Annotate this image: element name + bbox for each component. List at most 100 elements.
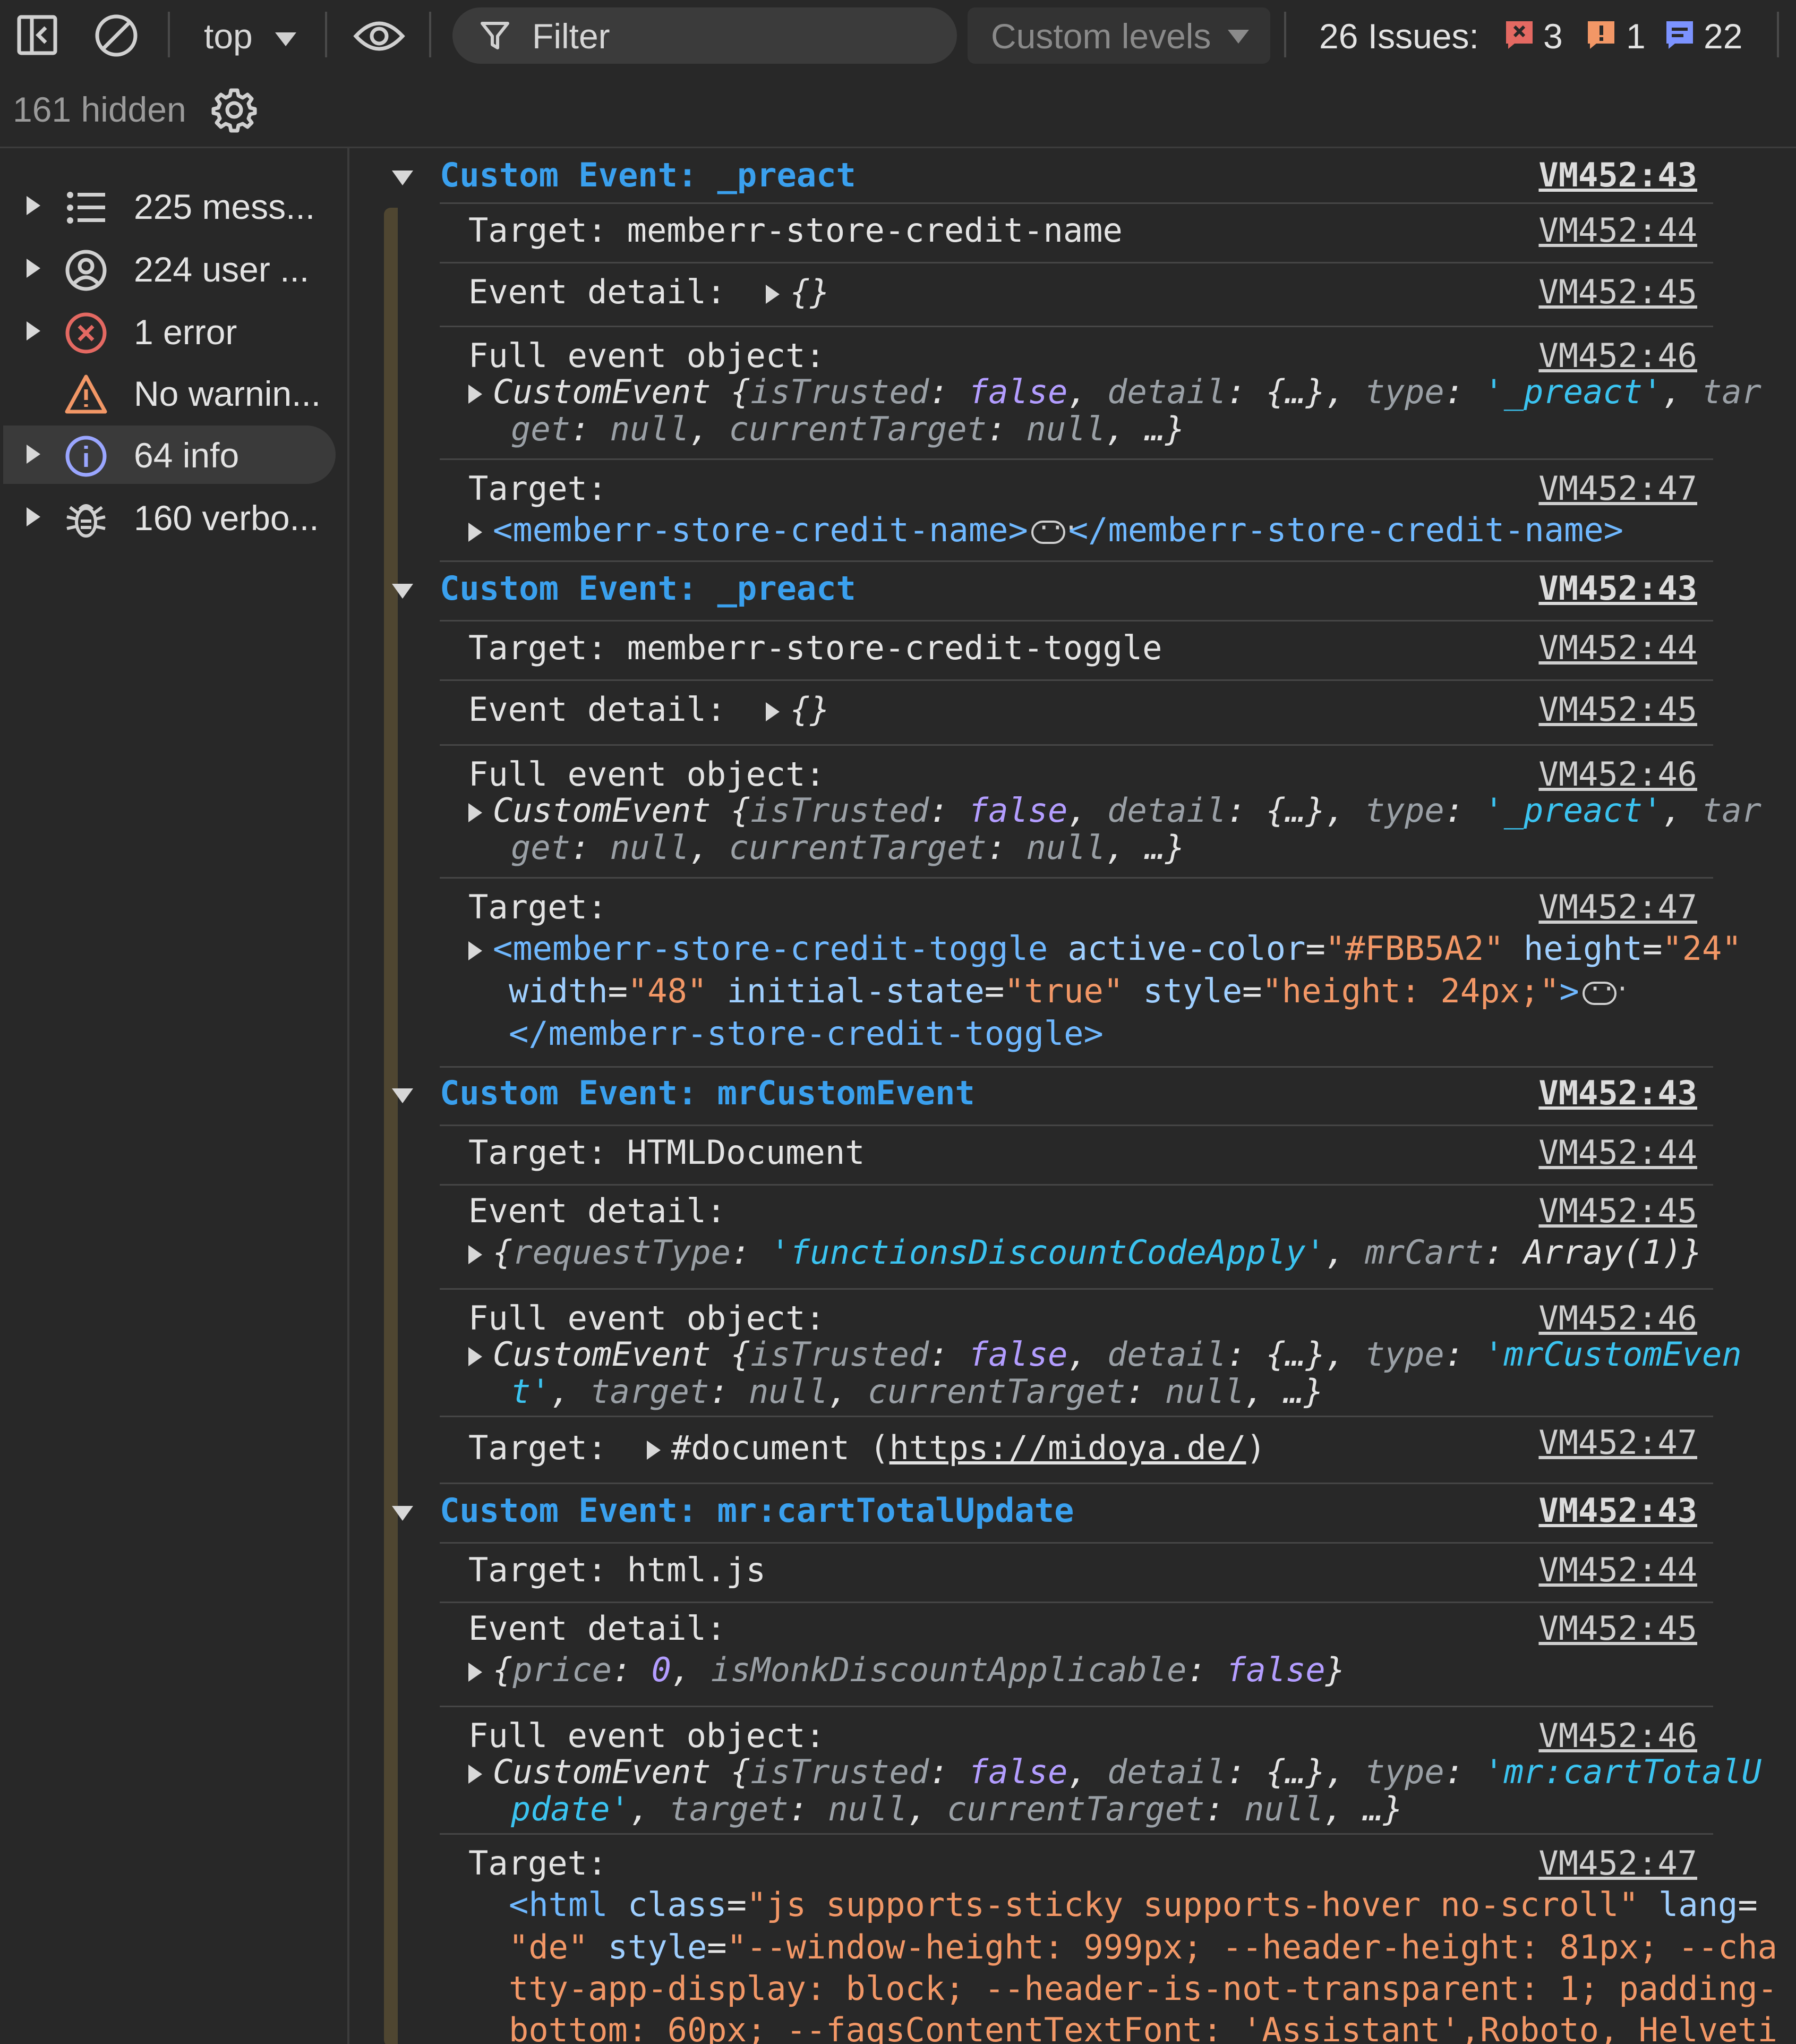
source-link[interactable]: VM452:44	[1538, 1133, 1697, 1172]
source-link[interactable]: VM452:43	[1538, 1074, 1697, 1112]
sidebar-item-verbose[interactable]: 160 verbo...	[0, 487, 347, 547]
toolbar-row-secondary: 161 hidden	[0, 73, 1796, 147]
source-link[interactable]: VM452:45	[1538, 1191, 1697, 1230]
source-link[interactable]: VM452:46	[1538, 1299, 1697, 1338]
sidebar-item-messages[interactable]: 225 mess...	[0, 176, 347, 235]
full-event-label: Full event object:	[468, 1299, 825, 1338]
detail-value[interactable]: {}	[790, 272, 830, 311]
info-icon	[65, 435, 107, 478]
source-link[interactable]: VM452:45	[1538, 272, 1697, 311]
document-node[interactable]: #document	[671, 1428, 850, 1467]
target-text: Target: memberr-store-credit-name	[468, 211, 1123, 250]
warning-badge-icon	[1586, 19, 1617, 50]
source-link[interactable]: VM452:44	[1538, 211, 1697, 250]
source-link[interactable]: VM452:47	[1538, 469, 1697, 508]
event-object-line-2: get: null, currentTarget: null, …}	[511, 828, 1185, 867]
sidebar-item-errors[interactable]: 1 error	[0, 301, 347, 361]
gear-icon[interactable]	[211, 87, 257, 133]
element-attrs-line-2: width="48" initial-state="true" style="h…	[509, 972, 1629, 1010]
context-label: top	[204, 16, 253, 56]
group-title: Custom Event: _preact	[440, 156, 856, 194]
document-url-link[interactable]: https://midoya.de/	[890, 1428, 1246, 1467]
target-label: Target:	[468, 1844, 608, 1883]
document-target-line: Target: #document (https://midoya.de/)	[468, 1428, 1266, 1467]
element-node[interactable]: <memberr-store-credit-toggle active-colo…	[468, 929, 1742, 968]
sidebar-item-info[interactable]: 64 info	[0, 424, 347, 484]
collapse-triangle-icon[interactable]	[392, 1506, 413, 1521]
element-node[interactable]: <memberr-store-credit-name></memberr-sto…	[468, 510, 1623, 549]
row-divider	[440, 1542, 1713, 1544]
source-link[interactable]: VM452:45	[1538, 690, 1697, 729]
log-levels-label: Custom levels	[991, 16, 1211, 56]
detail-object[interactable]: {price: 0, isMonkDiscountApplicable: fal…	[468, 1650, 1345, 1689]
full-event-label: Full event object:	[468, 336, 825, 375]
expand-triangle-icon[interactable]	[468, 1245, 482, 1264]
event-object-line-1[interactable]: CustomEvent {isTrusted: false, detail: {…	[468, 1752, 1761, 1791]
source-link[interactable]: VM452:43	[1538, 569, 1697, 608]
target-text: Target: memberr-store-credit-toggle	[468, 628, 1162, 667]
collapse-triangle-icon[interactable]	[392, 1088, 413, 1103]
expand-triangle-icon	[27, 259, 40, 278]
expand-triangle-icon[interactable]	[468, 384, 482, 404]
row-divider	[440, 1125, 1713, 1126]
source-link[interactable]: VM452:46	[1538, 336, 1697, 375]
source-link[interactable]: VM452:44	[1538, 628, 1697, 667]
full-event-label: Full event object:	[468, 755, 825, 794]
error-icon	[65, 312, 107, 354]
sidebar-item-user-messages[interactable]: 224 user ...	[0, 239, 347, 298]
console-log-area: Custom Event: _preact VM452:43 Target: m…	[349, 148, 1796, 2044]
expand-triangle-icon	[27, 507, 40, 526]
html-element-line-1[interactable]: <html class="js supports-sticky supports…	[509, 1885, 1758, 1924]
source-link[interactable]: VM452:45	[1538, 1609, 1697, 1648]
expand-triangle-icon[interactable]	[468, 941, 482, 960]
expand-triangle-icon[interactable]	[468, 803, 482, 822]
expand-triangle-icon[interactable]	[468, 522, 482, 542]
hidden-count: 161 hidden	[13, 90, 186, 129]
expand-triangle-icon[interactable]	[765, 284, 780, 304]
detail-object[interactable]: {requestType: 'functionsDiscountCodeAppl…	[468, 1233, 1702, 1272]
log-group-header[interactable]: Custom Event: mrCustomEvent VM452:43	[349, 1069, 1796, 1125]
issues-info-count: 22	[1704, 16, 1743, 56]
ellipsis-icon[interactable]	[1582, 974, 1629, 1005]
expand-triangle-icon[interactable]	[646, 1440, 661, 1460]
event-object-line-1[interactable]: CustomEvent {isTrusted: false, detail: {…	[468, 1335, 1742, 1374]
event-object-line-1[interactable]: CustomEvent {isTrusted: false, detail: {…	[468, 791, 1761, 830]
row-divider	[440, 1288, 1713, 1290]
expand-triangle-icon[interactable]	[468, 1347, 482, 1366]
source-link[interactable]: VM452:47	[1538, 888, 1697, 926]
sidebar-item-warnings[interactable]: No warnin...	[0, 363, 347, 422]
expand-triangle-icon[interactable]	[765, 702, 780, 721]
source-link[interactable]: VM452:44	[1538, 1551, 1697, 1589]
row-divider	[440, 1066, 1713, 1068]
log-group-header[interactable]: Custom Event: mr:cartTotalUpdate VM452:4…	[349, 1487, 1796, 1542]
log-group-header[interactable]: Custom Event: _preact VM452:43	[349, 565, 1796, 620]
expand-triangle-icon[interactable]	[468, 1764, 482, 1784]
issues-warning-count: 1	[1626, 16, 1646, 56]
row-divider	[440, 620, 1713, 621]
eye-icon[interactable]	[353, 16, 406, 56]
ellipsis-icon[interactable]	[1031, 513, 1077, 544]
source-link[interactable]: VM452:47	[1538, 1423, 1697, 1462]
source-link[interactable]: VM452:46	[1538, 1716, 1697, 1755]
event-object-line-1[interactable]: CustomEvent {isTrusted: false, detail: {…	[468, 372, 1761, 411]
collapse-triangle-icon[interactable]	[392, 584, 413, 599]
log-levels-dropdown[interactable]: Custom levels	[968, 7, 1270, 64]
expand-triangle-icon[interactable]	[468, 1662, 482, 1682]
source-link[interactable]: VM452:43	[1538, 156, 1697, 194]
sidebar-toggle-icon[interactable]	[16, 14, 58, 56]
row-divider	[440, 560, 1713, 562]
sidebar-item-label: No warnin...	[134, 374, 321, 413]
console-sidebar: 225 mess... 224 user ... 1 error No warn…	[0, 148, 349, 2044]
source-link[interactable]: VM452:43	[1538, 1491, 1697, 1530]
detail-label: Event detail:	[468, 1191, 726, 1230]
filter-input[interactable]: Filter	[452, 7, 957, 64]
collapse-triangle-icon[interactable]	[392, 171, 413, 185]
row-divider	[440, 262, 1713, 263]
source-link[interactable]: VM452:46	[1538, 755, 1697, 794]
row-divider	[440, 326, 1713, 327]
log-group-header[interactable]: Custom Event: _preact VM452:43	[349, 151, 1796, 207]
issues-button[interactable]: 26 Issues:	[1319, 16, 1479, 56]
clear-console-icon[interactable]	[93, 13, 139, 58]
source-link[interactable]: VM452:47	[1538, 1844, 1697, 1883]
context-selector[interactable]: top	[204, 16, 297, 56]
